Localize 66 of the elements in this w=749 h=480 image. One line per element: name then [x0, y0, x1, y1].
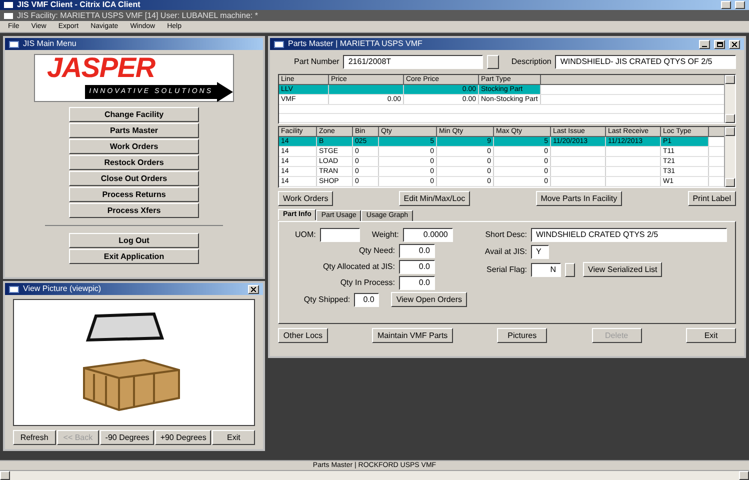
button[interactable]: Exit	[686, 328, 736, 343]
window-title: JIS Main Menu	[23, 38, 78, 50]
scrollbar[interactable]	[724, 75, 735, 123]
window-icon	[274, 40, 284, 48]
button[interactable]: +90 Degrees	[155, 430, 212, 445]
lookup-button[interactable]	[487, 55, 500, 69]
button[interactable]: Move Parts In Facility	[536, 191, 622, 206]
field-label: Part Number	[294, 56, 340, 68]
field-label: Short Desc:	[485, 229, 527, 241]
window-title: JIS VMF Client - Citrix ICA Client	[17, 1, 142, 9]
close-icon[interactable]	[248, 284, 259, 294]
button[interactable]: Exit	[212, 430, 255, 445]
input-field[interactable]: 0.0	[354, 292, 380, 306]
dropdown-button[interactable]	[565, 262, 575, 276]
button[interactable]: Maintain VMF Parts	[372, 328, 453, 343]
field-label: Description	[511, 56, 552, 68]
button[interactable]: Work Orders	[278, 191, 334, 206]
horizontal-scrollbar[interactable]	[0, 470, 749, 480]
field-label: Avail at JIS:	[484, 246, 527, 258]
menu-button[interactable]: Exit Application	[69, 249, 199, 264]
menu-button[interactable]: Parts Master	[69, 123, 199, 138]
minimize-icon[interactable]	[699, 40, 710, 48]
scrollbar[interactable]	[724, 127, 735, 187]
window-title: View Picture (viewpic)	[23, 283, 102, 295]
field-label: Qty In Process:	[340, 277, 395, 289]
arrow-head-icon	[217, 82, 233, 102]
input-field[interactable]	[320, 228, 360, 242]
maximize-icon[interactable]	[714, 40, 725, 48]
input-field[interactable]: 0.0000	[402, 228, 453, 242]
window-icon	[9, 40, 19, 48]
input-field[interactable]: 0.0	[399, 260, 435, 274]
field-label: Qty Allocated at JIS:	[322, 261, 395, 273]
field-label: Qty Shipped:	[304, 294, 350, 306]
menu-button[interactable]: Close Out Orders	[69, 171, 199, 186]
window-icon	[9, 286, 19, 292]
button[interactable]: -90 Degrees	[100, 430, 154, 445]
session-title: JIS Facility: MARIETTA USPS VMF [14] User: LUBANEL machine: *	[17, 12, 258, 20]
logo-text: JASPER	[47, 54, 156, 82]
input-field[interactable]: WINDSHIELD CRATED QTYS 2/5	[531, 228, 727, 242]
button[interactable]: Refresh	[13, 430, 56, 445]
input-field[interactable]: 0.0	[399, 244, 435, 258]
close-icon[interactable]	[735, 1, 745, 9]
field-label: Qty Need:	[358, 245, 395, 257]
menu-button[interactable]: Change Facility	[69, 107, 199, 122]
button[interactable]: View Open Orders	[391, 292, 467, 307]
menu-button[interactable]: Log Out	[69, 233, 199, 248]
menu-button[interactable]: Process Xfers	[69, 203, 199, 218]
minimize-icon[interactable]	[721, 1, 731, 9]
window-title: Parts Master | MARIETTA USPS VMF	[288, 38, 424, 50]
button[interactable]: View Serialized List	[583, 262, 662, 277]
close-icon[interactable]	[729, 40, 740, 48]
menu-button[interactable]: Process Returns	[69, 187, 199, 202]
input-field[interactable]: 0.0	[399, 276, 435, 290]
input-field[interactable]: 2161/2008T	[343, 55, 484, 69]
button[interactable]: Edit Min/Max/Loc	[398, 191, 470, 206]
input-field[interactable]: WINDSHIELD- JIS CRATED QTYS OF 2/5	[555, 55, 736, 69]
button[interactable]: Print Label	[688, 191, 736, 206]
field-label: Weight:	[372, 229, 399, 241]
field-label: Serial Flag:	[486, 264, 527, 276]
input-field[interactable]: Y	[531, 245, 549, 259]
button[interactable]: Pictures	[497, 328, 548, 343]
menu-button[interactable]: Restock Orders	[69, 155, 199, 170]
input-field[interactable]: N	[531, 262, 561, 276]
field-label: UOM:	[295, 229, 316, 241]
menu-button[interactable]: Work Orders	[69, 139, 199, 154]
button[interactable]: Other Locs	[278, 328, 328, 343]
